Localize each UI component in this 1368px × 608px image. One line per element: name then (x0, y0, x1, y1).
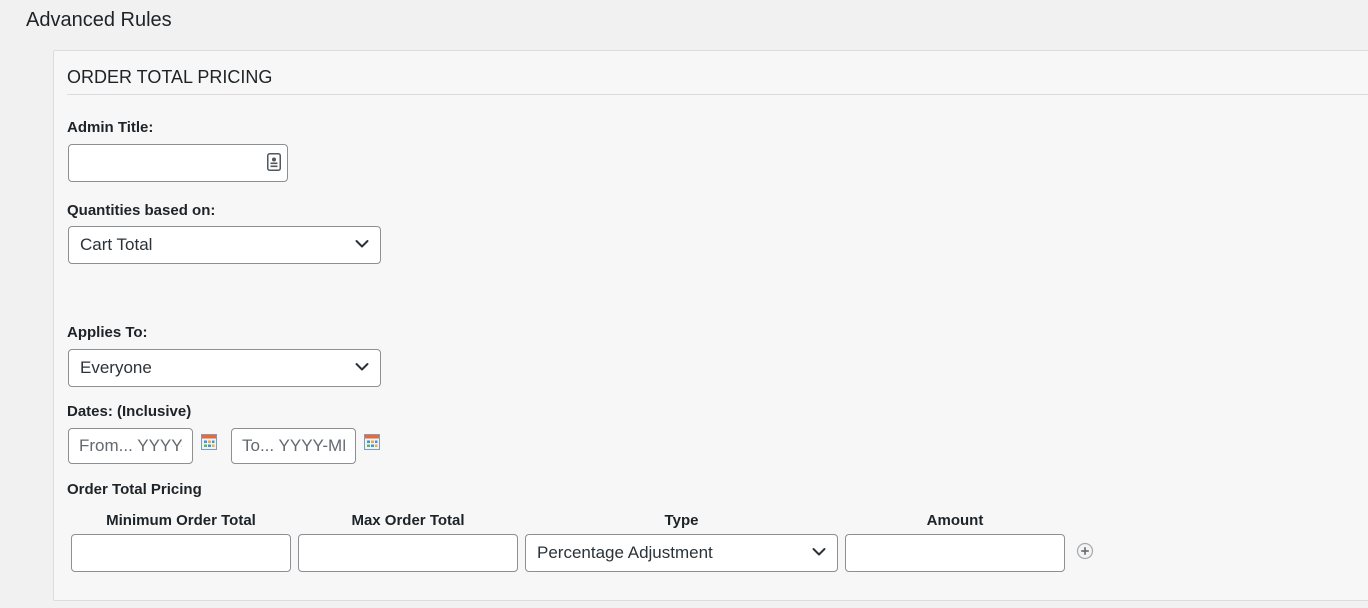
max-order-total-input[interactable] (298, 534, 518, 572)
pricing-type-select[interactable]: Percentage Adjustment (525, 534, 838, 572)
page-title: Advanced Rules (26, 9, 172, 31)
date-to-input[interactable] (231, 428, 356, 464)
dates-label: Dates: (Inclusive) (67, 403, 192, 420)
order-total-pricing-label: Order Total Pricing (67, 481, 202, 498)
applies-to-select[interactable]: Everyone (68, 349, 381, 387)
chevron-down-icon (355, 240, 369, 248)
admin-title-label: Admin Title: (67, 119, 154, 136)
quantities-based-on-select[interactable]: Cart Total (68, 226, 381, 264)
chevron-down-icon (812, 548, 826, 556)
add-circle-icon[interactable] (1076, 542, 1094, 560)
applies-to-label: Applies To: (67, 324, 148, 341)
admin-title-input[interactable] (68, 144, 288, 182)
column-header-amount: Amount (926, 512, 984, 529)
date-from-input[interactable] (68, 428, 193, 464)
column-header-type: Type (664, 512, 699, 529)
chevron-down-icon (355, 363, 369, 371)
quantities-based-on-label: Quantities based on: (67, 202, 216, 219)
pricing-type-selected-value: Percentage Adjustment (537, 543, 713, 562)
calendar-icon[interactable] (364, 434, 380, 450)
minimum-order-total-input[interactable] (71, 534, 291, 572)
order-total-pricing-panel: ORDER TOTAL PRICING Admin Title: Quantit… (53, 50, 1368, 601)
applies-to-selected-value: Everyone (80, 358, 152, 377)
column-header-minimum-order-total: Minimum Order Total (106, 512, 256, 529)
panel-divider (67, 94, 1368, 95)
panel-title: ORDER TOTAL PRICING (67, 67, 273, 87)
column-header-max-order-total: Max Order Total (351, 512, 465, 529)
contact-card-icon[interactable] (267, 153, 281, 171)
amount-input[interactable] (845, 534, 1065, 572)
calendar-icon[interactable] (201, 434, 217, 450)
admin-title-field-wrap (68, 144, 288, 182)
quantities-selected-value: Cart Total (80, 235, 153, 254)
